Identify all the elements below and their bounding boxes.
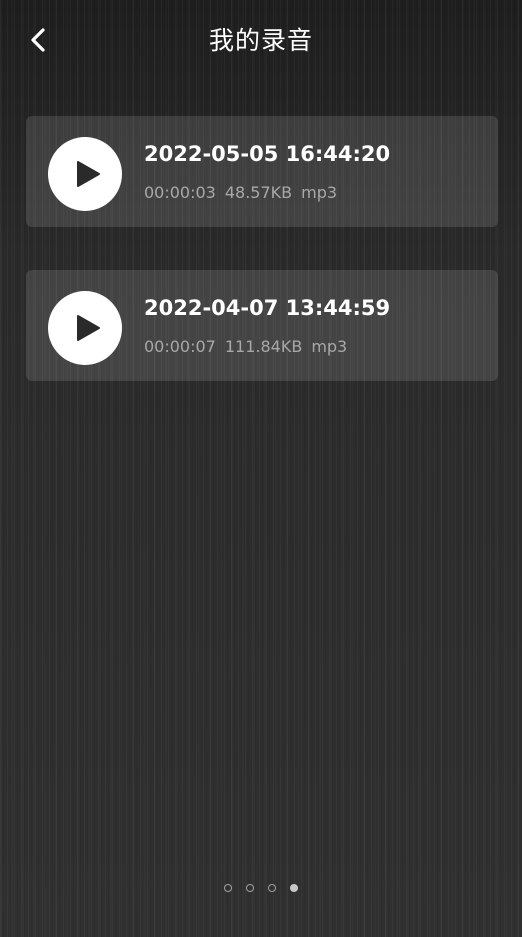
- page-dot-4-active[interactable]: [290, 884, 298, 892]
- header: 我的录音: [0, 0, 522, 82]
- recording-format: mp3: [301, 183, 338, 202]
- play-button[interactable]: [48, 137, 122, 211]
- page-title: 我的录音: [208, 26, 313, 55]
- recording-title: 2022-05-05 16:44:20: [144, 142, 391, 166]
- play-button[interactable]: [48, 291, 122, 365]
- recording-meta: 00:00:03 48.57KB mp3: [144, 182, 346, 204]
- page-dot-3[interactable]: [268, 884, 276, 892]
- recording-duration: 00:00:07: [144, 337, 216, 356]
- recording-item[interactable]: 2022-04-07 13:44:59 00:00:07 111.84KB mp3: [26, 270, 498, 381]
- play-icon: [76, 161, 100, 187]
- recording-size: 48.57KB: [224, 183, 293, 202]
- page-dot-1[interactable]: [224, 884, 232, 892]
- recording-list: 2022-05-05 16:44:20 00:00:03 48.57KB mp3 2…: [26, 116, 498, 424]
- recording-meta: 00:00:07 111.84KB mp3: [144, 336, 356, 358]
- recording-title: 2022-04-07 13:44:59: [144, 296, 391, 320]
- recording-duration: 00:00:03: [144, 183, 216, 202]
- recording-size: 111.84KB: [224, 337, 303, 356]
- page-dot-2[interactable]: [246, 884, 254, 892]
- recording-item[interactable]: 2022-05-05 16:44:20 00:00:03 48.57KB mp3: [26, 116, 498, 227]
- play-icon: [76, 315, 100, 341]
- page-indicator: [0, 884, 522, 892]
- recording-format: mp3: [311, 337, 348, 356]
